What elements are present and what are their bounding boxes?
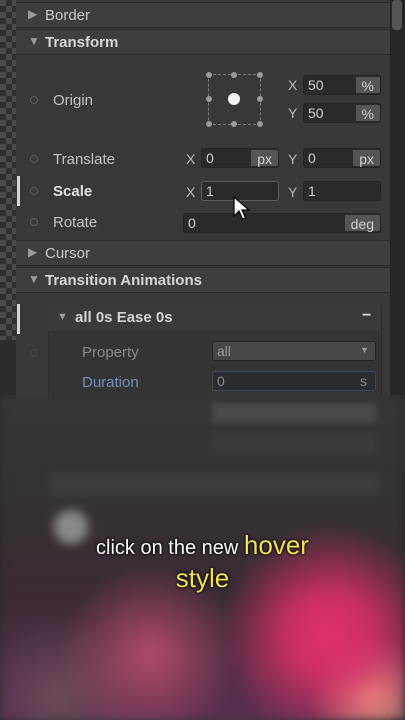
translate-y-field[interactable]: 0 px [303, 148, 381, 168]
section-border-header[interactable]: ▶ Border [16, 2, 390, 28]
property-indicator-dot[interactable] [30, 187, 38, 195]
field-value: 50 [308, 77, 324, 93]
unit-dropdown[interactable]: px [251, 150, 278, 167]
rotate-field[interactable]: 0 deg [183, 213, 381, 233]
video-caption: click on the new hover style [0, 530, 405, 596]
property-indicator-dot[interactable] [30, 96, 38, 104]
section-cursor-header[interactable]: ▶ Cursor [16, 240, 390, 266]
section-title: Transform [45, 34, 119, 51]
collapse-arrow-icon: ▼ [28, 272, 40, 286]
origin-x-field[interactable]: 50 % [303, 75, 381, 95]
blurred-row [50, 473, 380, 495]
origin-anchor-center[interactable] [228, 93, 240, 105]
field-value: 50 [308, 105, 324, 121]
field-value: 0 [308, 150, 316, 166]
section-title: Border [45, 7, 91, 24]
scale-y-axis-label: Y [288, 184, 298, 200]
blurred-field [212, 433, 376, 453]
duration-label: Duration [82, 374, 139, 391]
origin-picker[interactable] [206, 72, 263, 127]
origin-x-axis-label: X [288, 77, 298, 93]
property-label: Property [82, 344, 139, 361]
origin-anchor-bottom-left[interactable] [206, 121, 212, 127]
expand-arrow-icon: ▶ [28, 245, 38, 259]
dropdown-value: all [217, 343, 232, 359]
field-value: 1 [308, 183, 316, 199]
section-title: Transition Animations [45, 272, 202, 289]
unit-dropdown[interactable]: % [355, 105, 380, 122]
transition-item-title: all 0s Ease 0s [75, 309, 173, 326]
property-accent-bar [17, 176, 20, 206]
scale-label: Scale [53, 183, 93, 200]
blurred-field [212, 403, 376, 423]
duration-unit: s [360, 373, 367, 389]
unit-dropdown[interactable]: px [353, 150, 380, 167]
collapse-arrow-icon: ▼ [28, 34, 40, 48]
origin-label: Origin [53, 92, 94, 109]
caption-highlight: style [175, 563, 230, 593]
transparency-checker [0, 0, 16, 340]
property-dropdown[interactable]: all ▼ [212, 341, 376, 361]
mouse-pointer-icon [233, 196, 251, 220]
collapse-arrow-icon: ▼ [57, 311, 68, 323]
section-transition-header[interactable]: ▼ Transition Animations [16, 267, 390, 293]
origin-anchor-top[interactable] [231, 72, 237, 78]
transition-item-header[interactable]: ▼ all 0s Ease 0s − [48, 305, 380, 331]
origin-anchor-left[interactable] [206, 96, 212, 102]
origin-anchor-right[interactable] [257, 96, 263, 102]
origin-anchor-bottom[interactable] [231, 121, 237, 127]
section-title: Cursor [45, 245, 91, 262]
field-value: 1 [206, 183, 214, 199]
unit-dropdown[interactable]: deg [344, 215, 380, 232]
scale-x-axis-label: X [186, 184, 196, 200]
origin-anchor-top-left[interactable] [206, 72, 212, 78]
unit-dropdown[interactable]: % [355, 77, 380, 94]
origin-anchor-bottom-right[interactable] [257, 121, 263, 127]
scale-y-field[interactable]: 1 [303, 181, 381, 201]
rotate-label: Rotate [53, 214, 98, 231]
origin-anchor-top-right[interactable] [257, 72, 263, 78]
translate-y-axis-label: Y [288, 151, 298, 167]
property-indicator-dot[interactable] [30, 155, 38, 163]
duration-field[interactable]: 0 s [212, 371, 376, 391]
chevron-down-icon: ▼ [360, 345, 369, 355]
scrollbar-thumb[interactable] [392, 0, 402, 30]
field-value: 0 [217, 373, 225, 389]
field-value: 0 [206, 150, 214, 166]
section-transform-header[interactable]: ▼ Transform [16, 29, 390, 55]
translate-label: Translate [53, 151, 115, 168]
translate-x-field[interactable]: 0 px [201, 148, 279, 168]
caption-text: click on the new [96, 537, 244, 559]
origin-y-axis-label: Y [288, 105, 298, 121]
property-indicator-dot[interactable] [30, 218, 38, 226]
origin-y-field[interactable]: 50 % [303, 103, 381, 123]
caption-highlight: hover [243, 530, 309, 560]
translate-x-axis-label: X [186, 151, 196, 167]
item-accent-bar [17, 304, 20, 334]
property-indicator-dot[interactable] [30, 349, 38, 357]
expand-arrow-icon: ▶ [28, 7, 38, 21]
field-value: 0 [188, 215, 196, 231]
remove-transition-button[interactable]: − [362, 307, 371, 325]
